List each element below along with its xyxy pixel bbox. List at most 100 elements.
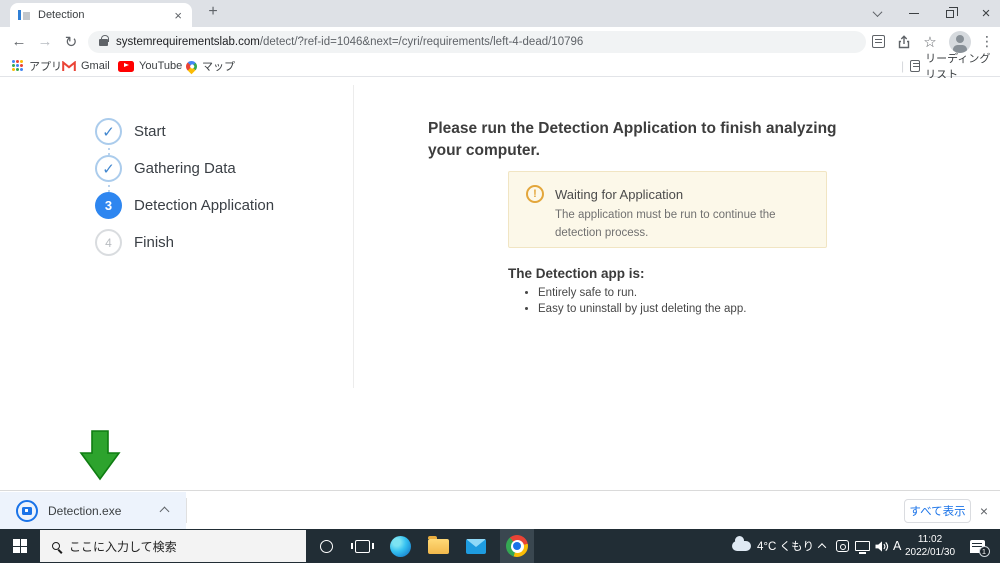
task-view-icon: [350, 539, 374, 553]
forward-button[interactable]: →: [32, 27, 58, 56]
chevron-up-icon: [159, 506, 170, 516]
list-item: Easy to uninstall by just deleting the a…: [538, 303, 746, 315]
download-item[interactable]: Detection.exe: [0, 492, 186, 529]
action-center-icon: 1: [969, 539, 990, 557]
restore-button[interactable]: [933, 0, 967, 27]
notification-badge: 1: [978, 545, 990, 557]
speaker-icon: [875, 540, 889, 552]
ime-indicator[interactable]: A: [893, 529, 901, 563]
bookmark-label: Gmail: [81, 60, 110, 72]
app-info-list: Entirely safe to run. Easy to uninstall …: [524, 287, 746, 319]
url-path: /detect/?ref-id=1046&next=/cyri/requirem…: [259, 36, 584, 48]
bookmark-youtube[interactable]: YouTube: [118, 56, 182, 76]
download-bar-close-button[interactable]: ×: [974, 491, 994, 530]
tab-title: Detection: [38, 9, 85, 21]
page-content: ✓ Start ✓ Gathering Data 3 Detection App…: [0, 78, 1000, 490]
download-options-button[interactable]: [159, 502, 170, 520]
step-finish: 4 Finish: [95, 229, 174, 256]
download-file-icon: [16, 499, 38, 522]
reading-list-button[interactable]: リーディング リスト: [910, 53, 1000, 81]
close-icon: ×: [981, 5, 991, 22]
step-detection-application: 3 Detection Application: [95, 192, 274, 219]
taskbar-clock[interactable]: 11:02 2022/01/30: [905, 529, 955, 563]
alert-title: Waiting for Application: [555, 187, 684, 202]
translate-button[interactable]: [866, 27, 890, 56]
step-connector: [108, 148, 110, 155]
volume-button[interactable]: [872, 529, 892, 563]
tab-strip: Detection × + ×: [0, 0, 1000, 27]
bookmark-apps[interactable]: アプリ: [12, 56, 62, 76]
tab-search-button[interactable]: [860, 0, 894, 27]
new-tab-button[interactable]: +: [202, 3, 224, 21]
taskbar-search-box[interactable]: ここに入力して検索: [40, 530, 306, 562]
meet-now-icon: [835, 540, 849, 552]
download-file-name: Detection.exe: [48, 503, 122, 518]
lock-icon[interactable]: [99, 34, 109, 46]
page-title: Please run the Detection Application to …: [428, 120, 837, 160]
browser-toolbar: ← → ↻ systemrequirementslab.com/detect/?…: [0, 27, 1000, 56]
step-number-circle: 4: [95, 229, 122, 256]
edge-app-button[interactable]: [383, 529, 417, 563]
edge-icon: [389, 535, 411, 557]
step-gathering-data: ✓ Gathering Data: [95, 155, 236, 182]
tray-overflow-button[interactable]: [812, 529, 832, 563]
taskbar: ここに入力して検索 4°C くもり A 11:02 2022/01/30 1: [0, 529, 1000, 563]
clock-date: 2022/01/30: [904, 547, 956, 558]
chevron-down-icon: [872, 7, 882, 18]
file-explorer-button[interactable]: [421, 529, 455, 563]
share-button[interactable]: [892, 27, 916, 56]
network-button[interactable]: [852, 529, 872, 563]
search-icon: [52, 542, 60, 550]
show-all-downloads-button[interactable]: すべて表示: [904, 499, 971, 523]
step-label: Finish: [134, 234, 175, 251]
start-button[interactable]: [0, 529, 40, 563]
windows-logo-icon: [13, 539, 27, 553]
back-button[interactable]: ←: [6, 27, 32, 56]
reading-list-icon: [910, 60, 921, 72]
step-label: Detection Application: [134, 197, 275, 214]
apps-grid-icon: [12, 60, 24, 72]
chrome-app-button-active[interactable]: [500, 529, 534, 563]
address-bar[interactable]: systemrequirementslab.com/detect/?ref-id…: [88, 31, 866, 53]
meet-now-button[interactable]: [832, 529, 852, 563]
step-label: Gathering Data: [134, 160, 236, 177]
browser-tab[interactable]: Detection ×: [10, 3, 192, 27]
window-close-button[interactable]: ×: [969, 0, 1000, 27]
weather-icon-button[interactable]: [728, 529, 754, 563]
url-text: systemrequirementslab.com/detect/?ref-id…: [116, 36, 583, 48]
warning-icon: !: [526, 185, 544, 203]
clock-time: 11:02: [917, 533, 943, 545]
site-favicon: [18, 9, 30, 21]
download-bar: Detection.exe すべて表示 ×: [0, 490, 1000, 529]
bookmark-label: マップ: [202, 61, 235, 73]
tab-close-icon[interactable]: ×: [172, 8, 184, 23]
chrome-icon: [506, 535, 528, 557]
action-center-button[interactable]: 1: [962, 529, 992, 563]
mail-app-button[interactable]: [459, 529, 493, 563]
chevron-up-icon: [817, 543, 827, 552]
translate-icon: [871, 35, 885, 48]
folder-icon: [427, 535, 449, 554]
bookmark-gmail[interactable]: Gmail: [62, 56, 110, 76]
gmail-icon: [62, 60, 76, 71]
search-placeholder-text: ここに入力して検索: [69, 539, 177, 554]
green-arrow-annotation: [79, 430, 121, 481]
bookmark-maps[interactable]: マップ: [183, 56, 235, 76]
weather-text[interactable]: 4°C くもり: [757, 529, 814, 563]
column-divider: [353, 85, 354, 388]
mail-icon: [466, 538, 486, 554]
step-start: ✓ Start: [95, 118, 166, 145]
task-view-button[interactable]: [345, 529, 379, 563]
cloud-icon: [731, 536, 751, 551]
minimize-button[interactable]: [897, 0, 931, 27]
step-label: Start: [134, 123, 166, 140]
reload-button[interactable]: ↻: [58, 27, 84, 56]
maps-pin-icon: [183, 58, 200, 74]
cortana-button[interactable]: [309, 529, 343, 563]
bookmarks-bar: アプリ Gmail YouTube マップ | リーディング リスト: [0, 53, 1000, 81]
step-connector: [108, 185, 110, 192]
download-divider: [186, 498, 187, 523]
share-icon: [898, 34, 910, 48]
bookmark-label: アプリ: [29, 61, 62, 73]
app-info-heading: The Detection app is:: [508, 266, 645, 281]
